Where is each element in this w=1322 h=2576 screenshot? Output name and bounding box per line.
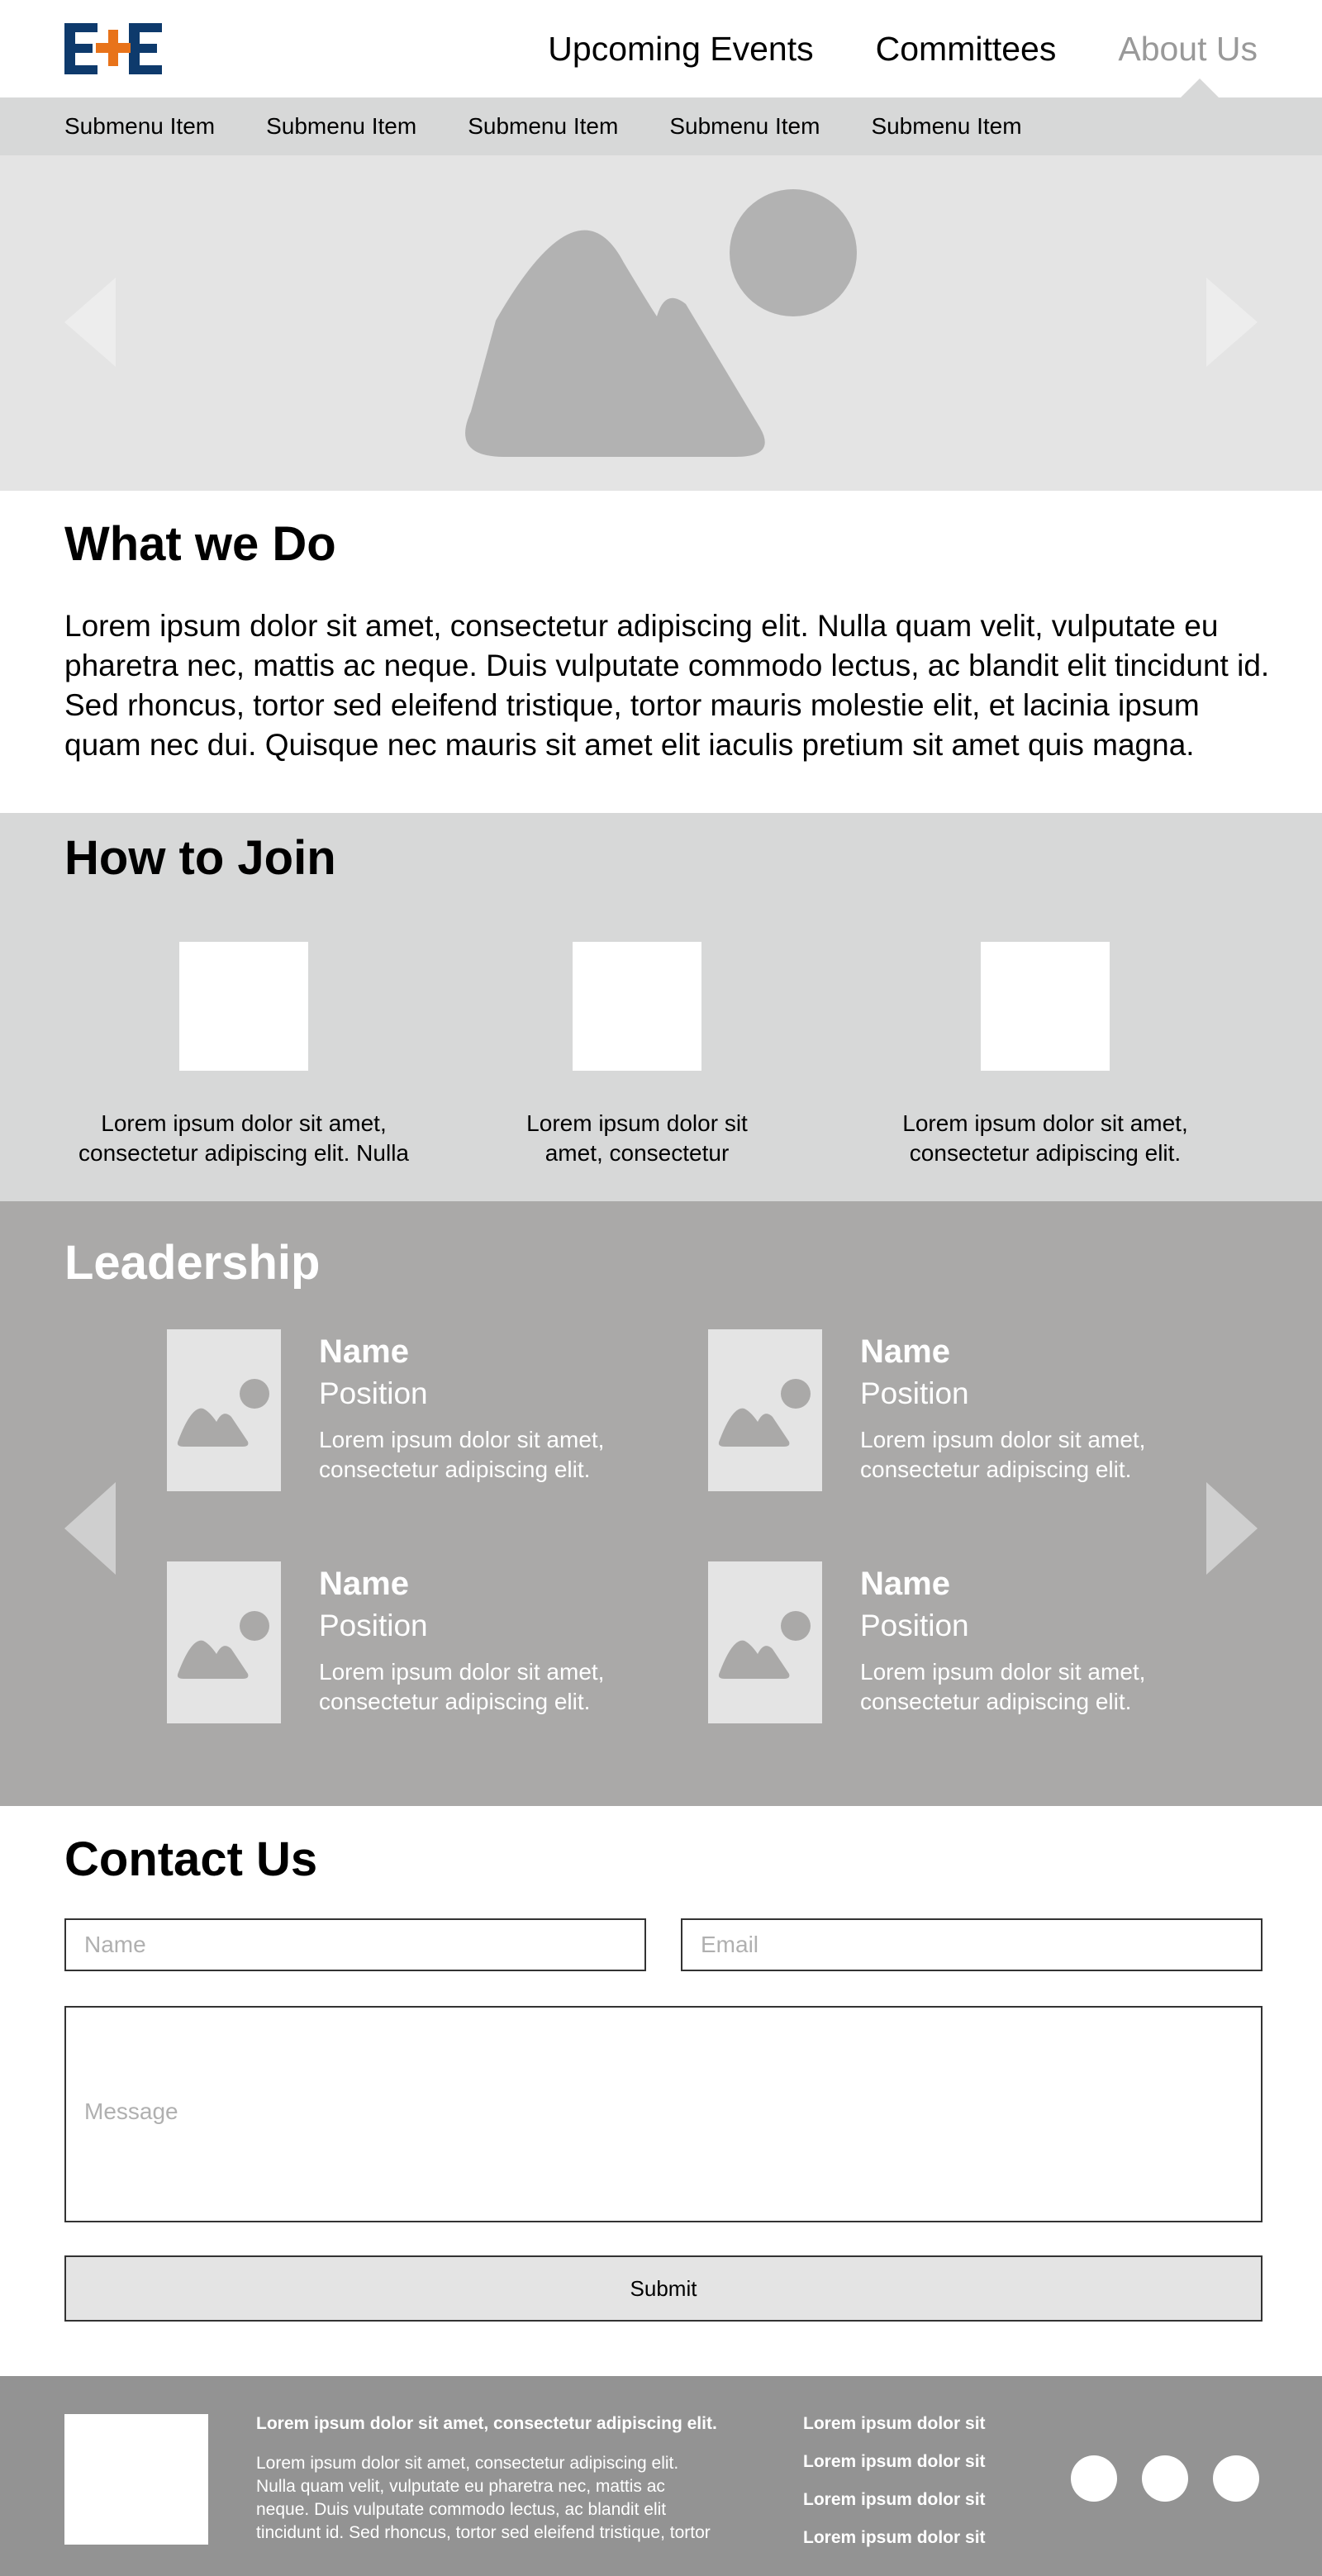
photo-placeholder-icon (708, 1329, 822, 1491)
leader-name: Name (860, 1566, 950, 1602)
footer-link[interactable]: Lorem ipsum dolor sit (803, 2488, 986, 2512)
message-field[interactable] (64, 2006, 1263, 2222)
email-field[interactable] (681, 1918, 1263, 1971)
photo-placeholder-icon (167, 1329, 281, 1491)
submenu-item[interactable]: Submenu Item (468, 113, 618, 140)
social-icon[interactable] (1071, 2455, 1117, 2502)
nav-upcoming-events[interactable]: Upcoming Events (548, 26, 813, 71)
submenu-item[interactable]: Submenu Item (871, 113, 1021, 140)
footer-link[interactable]: Lorem ipsum dolor sit (803, 2526, 986, 2550)
leader-position: Position (860, 1609, 969, 1642)
join-step-image (179, 942, 308, 1071)
leader-name: Name (319, 1566, 409, 1602)
logo[interactable] (64, 23, 162, 74)
leadership-next-icon[interactable] (1206, 1482, 1258, 1575)
join-step-text: Lorem ipsum dolor sit amet, consectetur … (902, 1110, 1188, 1166)
section-title: What we Do (64, 517, 336, 571)
active-nav-caret (1180, 78, 1220, 98)
image-placeholder-icon (465, 189, 857, 457)
join-step-text: Lorem ipsum dolor sit amet, consectetur … (78, 1110, 409, 1166)
social-icon[interactable] (1142, 2455, 1188, 2502)
photo-placeholder-icon (167, 1561, 281, 1723)
footer-link[interactable]: Lorem ipsum dolor sit (803, 2450, 986, 2474)
leader-position: Position (319, 1376, 428, 1410)
nav-about-us[interactable]: About Us (1118, 26, 1258, 71)
contact-section: Contact Us Submit (0, 1806, 1322, 2376)
footer-links: Lorem ipsum dolor sit Lorem ipsum dolor … (803, 2412, 986, 2564)
join-step-image (981, 942, 1110, 1071)
footer-heading: Lorem ipsum dolor sit amet, consectetur … (256, 2414, 717, 2433)
submenu-item[interactable]: Submenu Item (64, 113, 215, 140)
hero-carousel (0, 155, 1322, 491)
leader-description: Lorem ipsum dolor sit amet, consectetur … (319, 1427, 605, 1482)
nav-committees[interactable]: Committees (876, 26, 1057, 71)
section-title: How to Join (64, 831, 336, 885)
footer-link[interactable]: Lorem ipsum dolor sit (803, 2412, 986, 2436)
leader-info: Name Position Lorem ipsum dolor sit amet… (860, 1561, 1182, 1717)
leader-position: Position (319, 1609, 428, 1642)
submenu-bar: Submenu Item Submenu Item Submenu Item S… (0, 97, 1322, 155)
submenu-item[interactable]: Submenu Item (669, 113, 820, 140)
leadership-prev-icon[interactable] (64, 1482, 116, 1575)
section-title: Contact Us (64, 1832, 318, 1886)
leader-card: Name Position Lorem ipsum dolor sit amet… (167, 1329, 630, 1495)
submenu-item[interactable]: Submenu Item (266, 113, 416, 140)
social-icon[interactable] (1213, 2455, 1259, 2502)
carousel-prev-icon[interactable] (64, 278, 116, 367)
leader-name: Name (860, 1333, 950, 1370)
site-footer: Lorem ipsum dolor sit amet, consectetur … (0, 2376, 1322, 2576)
join-step-image (573, 942, 701, 1071)
leader-info: Name Position Lorem ipsum dolor sit amet… (860, 1329, 1182, 1485)
leader-name: Name (319, 1333, 409, 1370)
join-step-text: Lorem ipsum dolor sit amet, consectetur (526, 1110, 748, 1166)
footer-logo-placeholder (64, 2414, 208, 2545)
submit-button[interactable]: Submit (64, 2255, 1263, 2322)
leader-card: Name Position Lorem ipsum dolor sit amet… (708, 1329, 1171, 1495)
leader-info: Name Position Lorem ipsum dolor sit amet… (319, 1329, 641, 1485)
leader-description: Lorem ipsum dolor sit amet, consectetur … (860, 1659, 1146, 1714)
leader-description: Lorem ipsum dolor sit amet, consectetur … (319, 1659, 605, 1714)
leader-description: Lorem ipsum dolor sit amet, consectetur … (860, 1427, 1146, 1482)
section-body: Lorem ipsum dolor sit amet, consectetur … (64, 609, 1270, 762)
footer-body: Lorem ipsum dolor sit amet, consectetur … (256, 2454, 711, 2542)
leader-info: Name Position Lorem ipsum dolor sit amet… (319, 1561, 641, 1717)
leader-position: Position (860, 1376, 969, 1410)
how-to-join-section: How to Join Lorem ipsum dolor sit amet, … (0, 813, 1322, 1201)
site-header: Upcoming Events Committees About Us (0, 0, 1322, 98)
leadership-section: Leadership Name Position Lorem ipsum dol… (0, 1201, 1322, 1806)
what-we-do-section: What we Do Lorem ipsum dolor sit amet, c… (0, 491, 1322, 813)
section-title: Leadership (64, 1236, 321, 1290)
main-nav: Upcoming Events Committees About Us (548, 26, 1258, 71)
photo-placeholder-icon (708, 1561, 822, 1723)
join-step: Lorem ipsum dolor sit amet, consectetur (468, 942, 806, 1168)
name-field[interactable] (64, 1918, 646, 1971)
join-step: Lorem ipsum dolor sit amet, consectetur … (868, 942, 1223, 1168)
join-step: Lorem ipsum dolor sit amet, consectetur … (66, 942, 421, 1168)
carousel-next-icon[interactable] (1206, 278, 1258, 367)
leader-card: Name Position Lorem ipsum dolor sit amet… (708, 1561, 1171, 1727)
leader-card: Name Position Lorem ipsum dolor sit amet… (167, 1561, 630, 1727)
